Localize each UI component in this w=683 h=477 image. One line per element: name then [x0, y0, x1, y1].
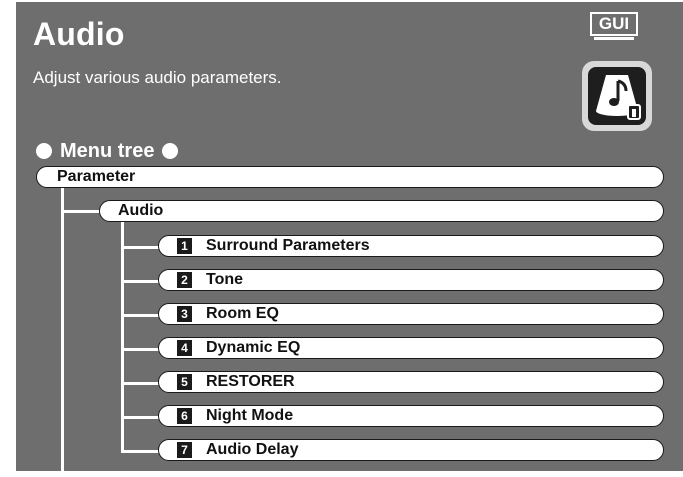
tree-branch-1 — [121, 246, 161, 249]
tree-item-audio-delay: 7 Audio Delay — [158, 439, 664, 461]
tree-branch-audio — [61, 210, 103, 213]
tree-item-label: Night Mode — [206, 407, 294, 424]
tree-item-room-eq: 3 Room EQ — [158, 303, 664, 325]
tree-item-surround-parameters: 1 Surround Parameters — [158, 235, 664, 257]
bullet-dot-left — [36, 143, 52, 159]
item-number-badge: 4 — [177, 340, 192, 356]
tree-branch-5 — [121, 382, 161, 385]
tree-line-root — [61, 182, 64, 471]
manual-page: Audio Adjust various audio parameters. G… — [16, 2, 683, 471]
item-number-badge: 2 — [177, 272, 192, 288]
tree-node-parameter: Parameter — [36, 166, 664, 188]
tree-branch-7 — [121, 450, 161, 453]
menu-tree-heading: Menu tree — [36, 139, 179, 163]
tree-branch-3 — [121, 314, 161, 317]
menu-tree-label: Menu tree — [60, 139, 155, 162]
audio-note-wrench-icon — [596, 75, 641, 120]
tree-item-label: RESTORER — [206, 373, 295, 390]
item-number-badge: 5 — [177, 374, 192, 390]
item-number-badge: 1 — [177, 238, 192, 254]
tree-branch-4 — [121, 348, 161, 351]
tree-node-audio-label: Audio — [118, 202, 164, 219]
tree-item-dynamic-eq: 4 Dynamic EQ — [158, 337, 664, 359]
page-title: Audio — [33, 16, 125, 52]
tree-item-label: Dynamic EQ — [206, 339, 301, 356]
tree-item-night-mode: 6 Night Mode — [158, 405, 664, 427]
tree-item-restorer: 5 RESTORER — [158, 371, 664, 393]
tree-node-audio: Audio — [99, 200, 664, 222]
tree-item-label: Surround Parameters — [206, 237, 370, 254]
bullet-dot-right — [162, 143, 179, 159]
tree-node-parameter-label: Parameter — [57, 168, 136, 185]
tree-branch-2 — [121, 280, 161, 283]
tree-item-label: Tone — [206, 271, 244, 288]
gui-badge: GUI — [590, 12, 638, 42]
page-subtitle: Adjust various audio parameters. — [33, 68, 282, 87]
item-number-badge: 6 — [177, 408, 192, 424]
item-number-badge: 3 — [177, 306, 192, 322]
tree-item-label: Room EQ — [206, 305, 279, 322]
tree-branch-6 — [121, 416, 161, 419]
audio-settings-icon — [582, 61, 652, 131]
tree-item-tone: 2 Tone — [158, 269, 664, 291]
gui-badge-label: GUI — [590, 12, 638, 36]
gui-badge-stand — [594, 37, 634, 40]
tree-item-label: Audio Delay — [206, 441, 299, 458]
item-number-badge: 7 — [177, 442, 192, 458]
audio-settings-icon-inner — [588, 67, 646, 125]
